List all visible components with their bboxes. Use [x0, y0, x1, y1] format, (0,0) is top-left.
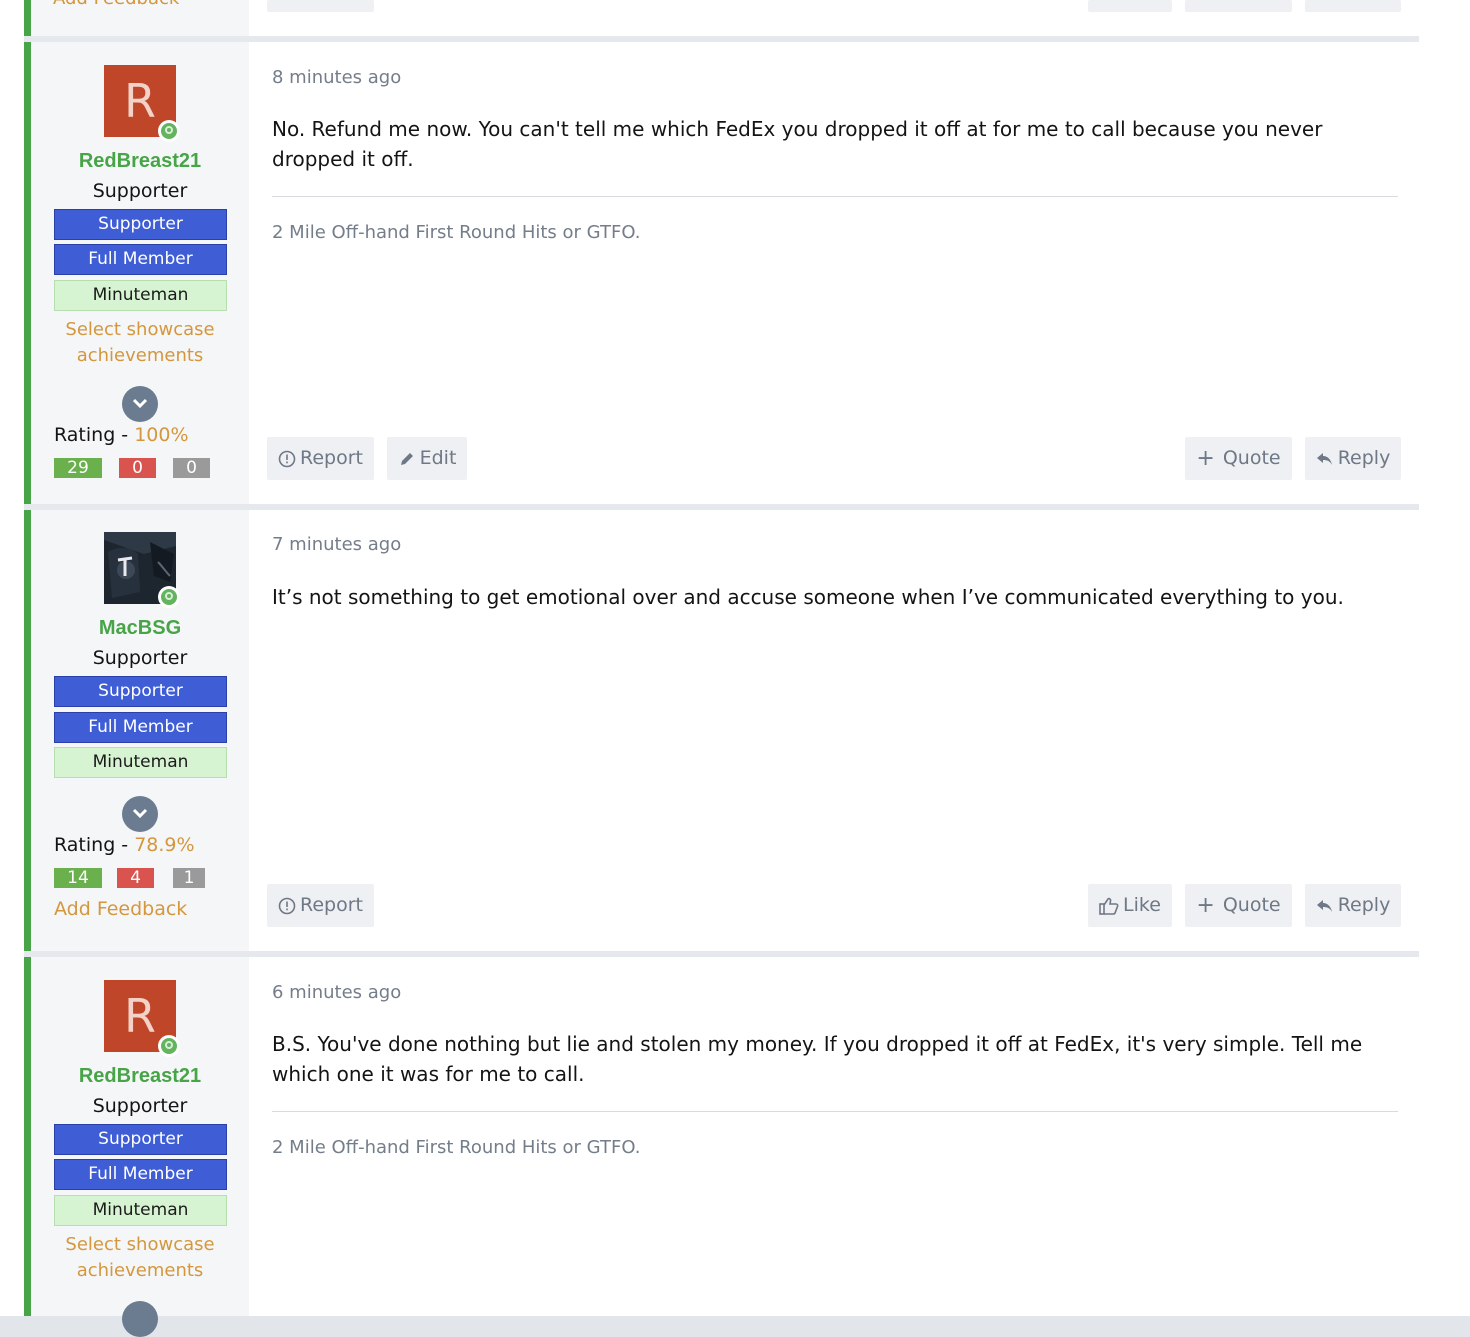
post-main: 6 minutes ago B.S. You've done nothing b… [249, 957, 1419, 1316]
post-previous: Add Feedback [24, 0, 1419, 36]
post-body: No. Refund me now. You can't tell me whi… [272, 117, 1323, 171]
post-timestamp[interactable]: 6 minutes ago [272, 982, 401, 1003]
user-banner-full-member: Full Member [54, 244, 227, 275]
user-banner-supporter: Supporter [54, 676, 227, 707]
like-button[interactable] [1088, 0, 1172, 12]
post-item: R RedBreast21 Supporter Supporter Full M… [24, 42, 1419, 504]
negative-count[interactable]: 0 [119, 458, 156, 478]
post-timestamp[interactable]: 8 minutes ago [272, 67, 401, 88]
reply-button[interactable]: Reply [1305, 884, 1401, 927]
add-feedback-link[interactable]: Add Feedback [54, 898, 187, 920]
post-main: 8 minutes ago No. Refund me now. You can… [249, 42, 1419, 504]
edit-button[interactable]: Edit [387, 437, 467, 480]
post-sidebar: R RedBreast21 Supporter Supporter Full M… [31, 957, 249, 1337]
signature: 2 Mile Off-hand First Round Hits or GTFO… [272, 1137, 641, 1158]
user-title: Supporter [92, 1095, 188, 1117]
thumbs-up-icon [1099, 897, 1119, 915]
expand-chevron-icon[interactable] [122, 1301, 158, 1337]
page-background: Add Feedback R RedBreast21 Supporter Sup… [0, 0, 1470, 1337]
signature-divider [272, 196, 1398, 197]
reply-arrow-icon [1316, 899, 1332, 912]
reply-arrow-icon [1316, 452, 1332, 465]
rating-label: Rating - [54, 424, 129, 446]
neutral-count[interactable]: 1 [173, 868, 205, 888]
pencil-icon [400, 452, 413, 465]
expand-chevron-icon[interactable] [122, 796, 158, 832]
user-title: Supporter [92, 180, 188, 202]
post-body: It’s not something to get emotional over… [272, 585, 1344, 609]
report-button[interactable]: Report [267, 884, 374, 927]
post-sidebar: Add Feedback [31, 0, 249, 36]
report-button[interactable] [267, 0, 374, 12]
reply-button[interactable]: Reply [1305, 437, 1401, 480]
post-item: MacBSG Supporter Supporter Full Member M… [24, 510, 1419, 951]
username-link[interactable]: RedBreast21 [31, 150, 249, 173]
neutral-count[interactable]: 0 [173, 458, 210, 478]
report-icon [278, 450, 296, 467]
user-banner-supporter: Supporter [54, 209, 227, 240]
signature: 2 Mile Off-hand First Round Hits or GTFO… [272, 222, 641, 243]
post-main [249, 0, 1419, 36]
quote-button[interactable]: + Quote [1185, 437, 1292, 480]
report-button[interactable]: Report [267, 437, 374, 480]
user-banner-full-member: Full Member [54, 712, 227, 743]
rating-percent: 78.9% [134, 834, 195, 856]
username-link[interactable]: MacBSG [31, 617, 249, 640]
positive-count[interactable]: 29 [54, 458, 102, 478]
reply-button[interactable] [1305, 0, 1401, 12]
rating-label: Rating - [54, 834, 129, 856]
user-banner-minuteman: Minuteman [54, 1195, 227, 1226]
online-status-icon [158, 120, 180, 142]
select-showcase-link[interactable]: Select showcase achievements [31, 1232, 249, 1284]
plus-icon: + [1196, 893, 1215, 918]
user-banner-supporter: Supporter [54, 1124, 227, 1155]
thread-list: Add Feedback R RedBreast21 Supporter Sup… [24, 0, 1419, 1337]
post-sidebar: MacBSG Supporter Supporter Full Member M… [31, 510, 249, 951]
select-showcase-link[interactable]: Select showcase achievements [31, 317, 249, 369]
plus-icon: + [1196, 446, 1215, 471]
online-status-icon [158, 586, 180, 608]
username-link[interactable]: RedBreast21 [31, 1065, 249, 1088]
user-banner-full-member: Full Member [54, 1159, 227, 1190]
report-icon [278, 897, 296, 914]
rating-line: Rating - 78.9% [54, 834, 195, 856]
rating-percent: 100% [134, 424, 189, 446]
signature-divider [272, 1111, 1398, 1112]
like-button[interactable]: Like [1088, 884, 1172, 927]
post-timestamp[interactable]: 7 minutes ago [272, 534, 401, 555]
negative-count[interactable]: 4 [117, 868, 154, 888]
quote-button[interactable]: + Quote [1185, 884, 1292, 927]
add-feedback-link[interactable]: Add Feedback [53, 0, 179, 9]
user-title: Supporter [92, 647, 188, 669]
post-body: B.S. You've done nothing but lie and sto… [272, 1032, 1363, 1086]
positive-count[interactable]: 14 [54, 868, 102, 888]
online-status-icon [158, 1035, 180, 1057]
rating-line: Rating - 100% [54, 424, 189, 446]
user-banner-minuteman: Minuteman [54, 747, 227, 778]
user-banner-minuteman: Minuteman [54, 280, 227, 311]
post-main: 7 minutes ago It’s not something to get … [249, 510, 1419, 951]
post-item: R RedBreast21 Supporter Supporter Full M… [24, 957, 1419, 1337]
quote-button[interactable] [1185, 0, 1292, 12]
expand-chevron-icon[interactable] [122, 386, 158, 422]
post-sidebar: R RedBreast21 Supporter Supporter Full M… [31, 42, 249, 504]
